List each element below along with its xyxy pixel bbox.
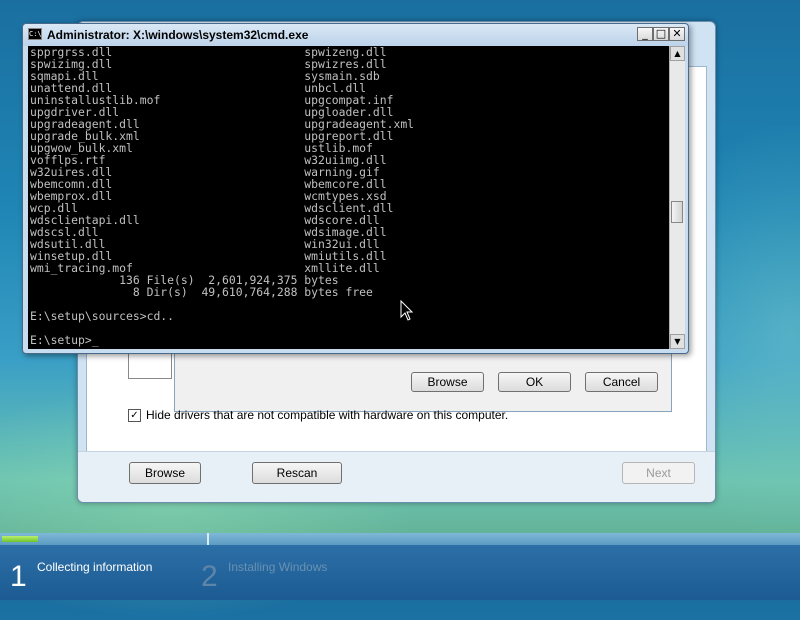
dialog-browse-label: Browse bbox=[427, 375, 468, 389]
step-2-number: 2 bbox=[201, 560, 218, 593]
dialog-cancel-label: Cancel bbox=[602, 375, 641, 389]
cmd-titlebar[interactable]: C:\ Administrator: X:\windows\system32\c… bbox=[23, 24, 688, 46]
scroll-up-icon[interactable]: ▲ bbox=[670, 46, 685, 61]
dialog-ok-label: OK bbox=[525, 375, 544, 389]
wizard-browse-button[interactable]: Browse bbox=[129, 462, 201, 484]
step-1-label: Collecting information bbox=[37, 560, 153, 574]
scrollbar-thumb[interactable] bbox=[671, 201, 683, 223]
mouse-cursor-icon bbox=[400, 300, 414, 321]
step-1-number: 1 bbox=[10, 560, 27, 593]
rescan-button[interactable]: Rescan bbox=[252, 462, 342, 484]
setup-progress-bar bbox=[0, 533, 800, 545]
scroll-down-icon[interactable]: ▼ bbox=[670, 334, 685, 349]
wizard-browse-label: Browse bbox=[144, 466, 185, 480]
progress-fill bbox=[2, 536, 38, 542]
hide-drivers-checkbox[interactable]: ✓ bbox=[128, 408, 141, 422]
close-icon[interactable]: ✕ bbox=[669, 27, 685, 41]
step-2-label: Installing Windows bbox=[228, 560, 328, 574]
console-scrollbar[interactable]: ▲ ▼ bbox=[669, 46, 685, 349]
next-button[interactable]: Next bbox=[622, 462, 695, 484]
next-label: Next bbox=[646, 466, 671, 480]
dialog-browse-button[interactable]: Browse bbox=[411, 372, 484, 392]
console-output[interactable]: spprgrss.dll spwizeng.dll spwizimg.dll s… bbox=[28, 46, 669, 349]
cmd-app-icon[interactable]: C:\ bbox=[28, 28, 42, 40]
cmd-window[interactable]: C:\ Administrator: X:\windows\system32\c… bbox=[22, 23, 689, 354]
driver-list[interactable] bbox=[128, 350, 172, 379]
rescan-label: Rescan bbox=[276, 466, 318, 480]
maximize-icon[interactable]: □ bbox=[653, 27, 669, 41]
progress-divider bbox=[207, 533, 209, 545]
hide-drivers-label: Hide drivers that are not compatible wit… bbox=[146, 408, 509, 422]
hide-drivers-option[interactable]: ✓ Hide drivers that are not compatible w… bbox=[128, 408, 508, 422]
dialog-ok-button[interactable]: OK bbox=[498, 372, 571, 392]
console-text: spprgrss.dll spwizeng.dll spwizimg.dll s… bbox=[30, 46, 415, 347]
cmd-title: Administrator: X:\windows\system32\cmd.e… bbox=[47, 28, 309, 42]
dialog-cancel-button[interactable]: Cancel bbox=[585, 372, 658, 392]
minimize-icon[interactable]: _ bbox=[637, 27, 653, 41]
